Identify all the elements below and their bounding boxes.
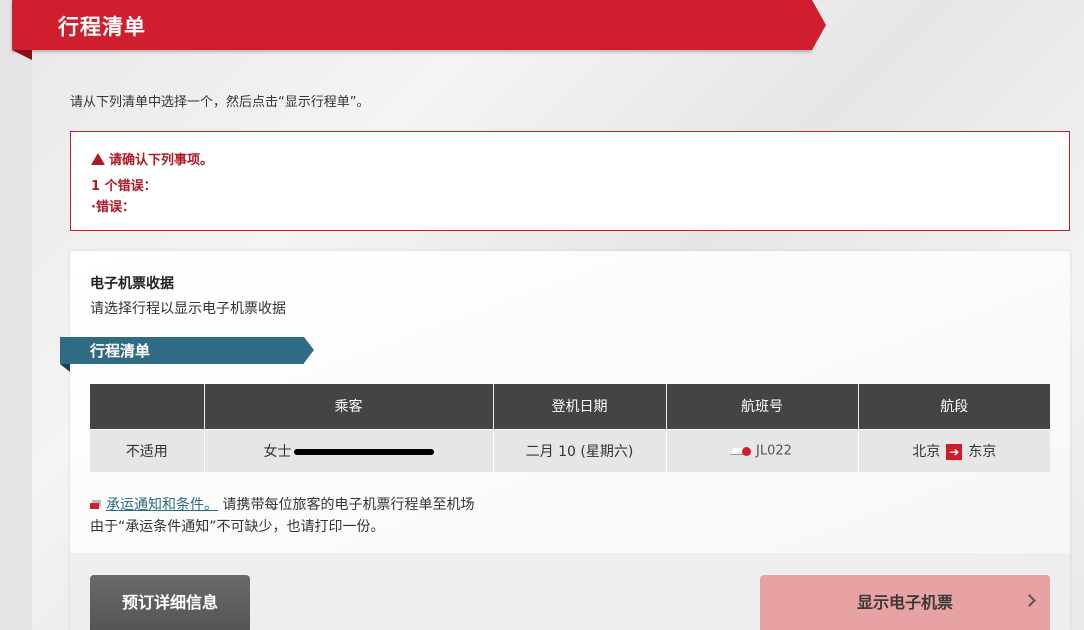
origin-city: 北京 (912, 443, 941, 460)
col-header-date: 登机日期 (493, 384, 667, 429)
receipt-subtitle: 请选择行程以显示电子机票收据 (90, 301, 286, 317)
show-eticket-button[interactable]: 显示电子机票 (760, 575, 1050, 630)
chevron-right-icon (1023, 594, 1036, 607)
passenger-cell: 女士 (204, 428, 494, 472)
terms-link[interactable]: 承运通知和条件。 (106, 497, 218, 513)
error-title: 请确认下列事项。 (91, 149, 213, 168)
flight-cell: JL022 (666, 428, 859, 472)
error-item: ·错误： (91, 200, 135, 215)
jal-logo-icon (730, 444, 755, 458)
table-row[interactable]: 不适用 女士 二月 10 (星期六) JL022 北京 ➔ 东京 (90, 428, 1050, 472)
col-header-select (90, 384, 205, 429)
date-cell: 二月 10 (星期六) (493, 428, 667, 472)
arrow-right-icon: ➔ (946, 443, 963, 460)
destination-city: 东京 (968, 443, 997, 460)
error-count: 1 个错误： (91, 179, 157, 194)
notice-line-1-text: 请携带每位旅客的电子机票行程单至机场 (222, 497, 475, 513)
receipt-title: 电子机票收据 (90, 276, 174, 292)
notice-line-2: 由于“承运条件通知”不可缺少，也请打印一份。 (90, 519, 385, 535)
passenger-name: 女士 (263, 443, 292, 460)
table-header-row: 乘客 登机日期 航班号 航段 (90, 384, 1050, 429)
itinerary-ribbon-fold (60, 364, 70, 372)
itinerary-title: 行程清单 (90, 342, 151, 360)
booking-details-button[interactable]: 预订详细信息 (90, 575, 250, 630)
segment-cell: 北京 ➔ 东京 (858, 428, 1050, 472)
show-eticket-label: 显示电子机票 (856, 593, 953, 612)
instruction-text: 请从下列清单中选择一个，然后点击“显示行程单”。 (70, 95, 370, 110)
document-icon (90, 500, 102, 509)
page-title: 行程清单 (58, 15, 146, 39)
error-box: 请确认下列事项。 1 个错误： ·错误： (70, 131, 1070, 231)
itinerary-table: 乘客 登机日期 航班号 航段 不适用 女士 二月 10 (星期六) JL022 … (90, 384, 1050, 472)
col-header-segment: 航段 (858, 384, 1050, 429)
select-cell: 不适用 (90, 428, 205, 472)
error-title-text: 请确认下列事项。 (109, 153, 214, 168)
flight-number: JL022 (756, 443, 792, 459)
header-ribbon-fold (12, 50, 32, 60)
redacted-name-mark (293, 448, 434, 455)
col-header-passenger: 乘客 (204, 384, 494, 429)
col-header-flight: 航班号 (666, 384, 859, 429)
warning-icon (91, 153, 105, 165)
booking-details-label: 预订详细信息 (121, 593, 218, 612)
notice-line-1: 承运通知和条件。 请携带每位旅客的电子机票行程单至机场 (90, 494, 474, 514)
page-left-edge (0, 0, 32, 630)
